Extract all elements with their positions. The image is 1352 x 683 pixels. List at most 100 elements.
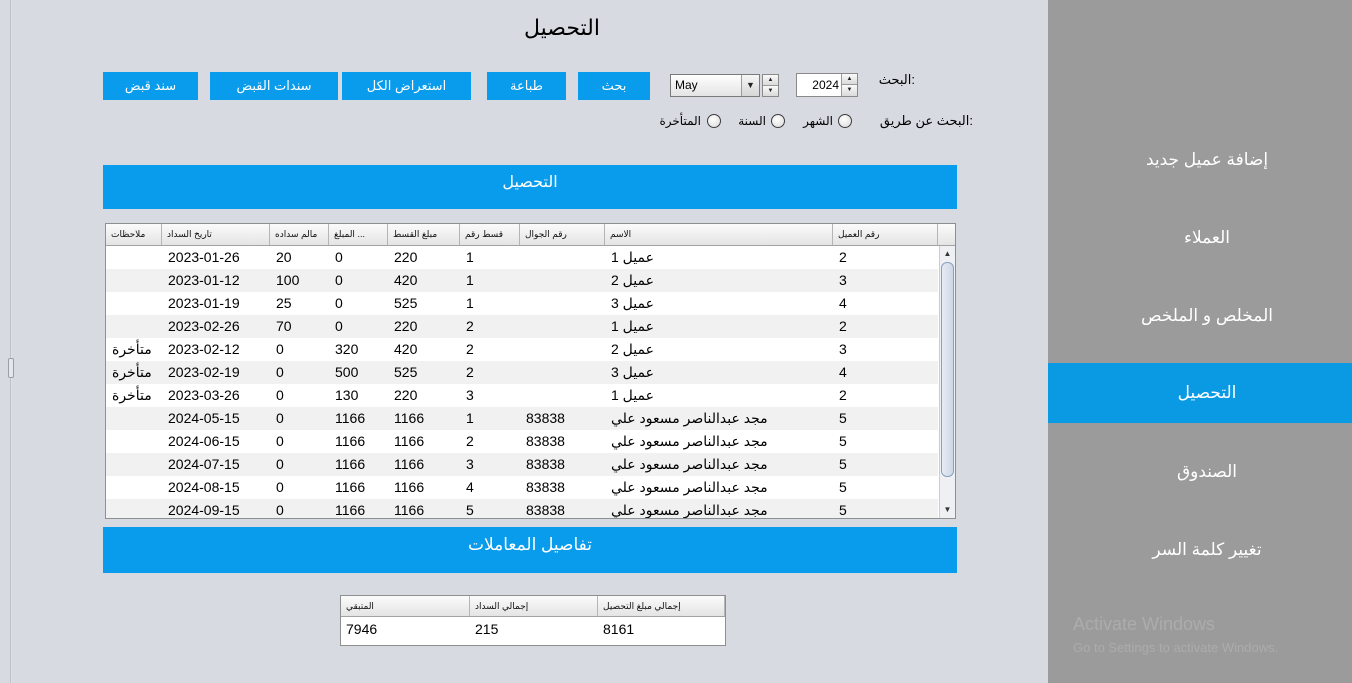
installment-number-cell[interactable]: 2 xyxy=(460,361,520,384)
scroll-up-icon[interactable]: ▲ xyxy=(940,246,955,262)
installment-number-cell[interactable]: 3 xyxy=(460,384,520,407)
table-row[interactable]: 2 عميل 1 3 220 130 0 2023-03-26 متأخرة xyxy=(106,384,938,407)
print-button[interactable]: طباعة xyxy=(487,72,566,100)
installment-number-cell[interactable]: 5 xyxy=(460,499,520,518)
customer-number-cell[interactable]: 5 xyxy=(833,499,938,518)
customer-number-cell[interactable]: 3 xyxy=(833,338,938,361)
paid-amount-cell[interactable]: 1166 xyxy=(329,453,388,476)
payment-date-cell[interactable]: 2024-09-15 xyxy=(162,499,270,518)
mobile-cell[interactable]: 83838 xyxy=(520,476,605,499)
payment-date-cell[interactable]: 2024-07-15 xyxy=(162,453,270,476)
notes-cell[interactable]: متأخرة xyxy=(106,384,162,407)
installment-amount-cell[interactable]: 220 xyxy=(388,246,460,269)
payment-date-cell[interactable]: 2024-08-15 xyxy=(162,476,270,499)
mobile-cell[interactable] xyxy=(520,269,605,292)
month-select[interactable]: May ▼ xyxy=(670,74,760,97)
installment-amount-cell[interactable]: 1166 xyxy=(388,430,460,453)
customer-number-cell[interactable]: 4 xyxy=(833,292,938,315)
table-row[interactable]: 2 عميل 1 2 220 0 70 2023-02-26 xyxy=(106,315,938,338)
installment-amount-cell[interactable]: 1166 xyxy=(388,453,460,476)
spinner-down-icon[interactable]: ▼ xyxy=(763,85,778,96)
unpaid-amount-cell[interactable]: 0 xyxy=(270,361,329,384)
payment-date-cell[interactable]: 2024-06-15 xyxy=(162,430,270,453)
customer-number-cell[interactable]: 5 xyxy=(833,430,938,453)
column-header-mobile[interactable]: رقم الجوال xyxy=(520,224,605,245)
customer-number-cell[interactable]: 3 xyxy=(833,269,938,292)
sidebar-item-summary[interactable]: المخلص و الملخص xyxy=(1048,286,1352,346)
name-cell[interactable]: عميل 1 xyxy=(605,315,833,338)
name-cell[interactable]: مجد عبدالناصر مسعود علي xyxy=(605,430,833,453)
customer-number-cell[interactable]: 2 xyxy=(833,246,938,269)
name-cell[interactable]: مجد عبدالناصر مسعود علي xyxy=(605,499,833,518)
name-cell[interactable]: عميل 3 xyxy=(605,292,833,315)
table-row[interactable]: 5 مجد عبدالناصر مسعود علي 83838 3 1166 1166 0 2… xyxy=(106,453,938,476)
notes-cell[interactable]: متأخرة xyxy=(106,361,162,384)
table-row[interactable]: 2 عميل 1 1 220 0 20 2023-01-26 xyxy=(106,246,938,269)
customer-number-cell[interactable]: 5 xyxy=(833,453,938,476)
receipt-voucher-button[interactable]: سند قبض xyxy=(103,72,198,100)
radio-search-by-month[interactable]: الشهر xyxy=(790,112,854,130)
name-cell[interactable]: عميل 2 xyxy=(605,338,833,361)
mobile-cell[interactable]: 83838 xyxy=(520,453,605,476)
column-header-unpaid-amount[interactable]: مالم سداده xyxy=(270,224,329,245)
unpaid-amount-cell[interactable]: 20 xyxy=(270,246,329,269)
receipt-vouchers-button[interactable]: سندات القبض xyxy=(210,72,338,100)
installment-number-cell[interactable]: 1 xyxy=(460,407,520,430)
sidebar-item-customers[interactable]: العملاء xyxy=(1048,208,1352,268)
unpaid-amount-cell[interactable]: 0 xyxy=(270,453,329,476)
name-cell[interactable]: عميل 3 xyxy=(605,361,833,384)
paid-amount-cell[interactable]: 500 xyxy=(329,361,388,384)
name-cell[interactable]: عميل 1 xyxy=(605,384,833,407)
installment-amount-cell[interactable]: 1166 xyxy=(388,476,460,499)
installment-number-cell[interactable]: 4 xyxy=(460,476,520,499)
column-header-name[interactable]: الاسم xyxy=(605,224,833,245)
payment-date-cell[interactable]: 2024-05-15 xyxy=(162,407,270,430)
name-cell[interactable]: مجد عبدالناصر مسعود علي xyxy=(605,407,833,430)
notes-cell[interactable] xyxy=(106,499,162,518)
installment-amount-cell[interactable]: 525 xyxy=(388,292,460,315)
notes-cell[interactable] xyxy=(106,476,162,499)
unpaid-amount-cell[interactable]: 0 xyxy=(270,338,329,361)
paid-amount-cell[interactable]: 0 xyxy=(329,315,388,338)
year-value[interactable]: 2024 xyxy=(812,74,839,96)
table-row[interactable]: 5 مجد عبدالناصر مسعود علي 83838 2 1166 1166 0 2… xyxy=(106,430,938,453)
sidebar-item-collection[interactable]: التحصيل xyxy=(1048,363,1352,423)
paid-amount-cell[interactable]: 0 xyxy=(329,269,388,292)
column-header-paid-amount[interactable]: المبلغ ... xyxy=(329,224,388,245)
installment-number-cell[interactable]: 1 xyxy=(460,246,520,269)
notes-cell[interactable] xyxy=(106,315,162,338)
paid-amount-cell[interactable]: 1166 xyxy=(329,499,388,518)
radio-button-icon[interactable] xyxy=(838,114,852,128)
payment-date-cell[interactable]: 2023-02-19 xyxy=(162,361,270,384)
name-cell[interactable]: مجد عبدالناصر مسعود علي xyxy=(605,476,833,499)
payment-date-cell[interactable]: 2023-01-26 xyxy=(162,246,270,269)
paid-amount-cell[interactable]: 0 xyxy=(329,292,388,315)
table-row[interactable]: 3 عميل 2 2 420 320 0 2023-02-12 متأخرة xyxy=(106,338,938,361)
payment-date-cell[interactable]: 2023-01-19 xyxy=(162,292,270,315)
paid-amount-cell[interactable]: 1166 xyxy=(329,476,388,499)
unpaid-amount-cell[interactable]: 0 xyxy=(270,476,329,499)
radio-search-by-year[interactable]: السنة xyxy=(725,112,787,130)
installment-number-cell[interactable]: 2 xyxy=(460,315,520,338)
column-header-payment-date[interactable]: تاريخ السداد xyxy=(162,224,270,245)
radio-button-icon[interactable] xyxy=(707,114,721,128)
notes-cell[interactable]: متأخرة xyxy=(106,338,162,361)
show-all-button[interactable]: استعراض الكل xyxy=(342,72,471,100)
unpaid-amount-cell[interactable]: 100 xyxy=(270,269,329,292)
mobile-cell[interactable]: 83838 xyxy=(520,407,605,430)
radio-search-by-overdue[interactable]: المتأخرة xyxy=(650,112,723,130)
spinner-up-icon[interactable]: ▲ xyxy=(763,75,778,86)
column-header-installment-amount[interactable]: مبلغ القسط xyxy=(388,224,460,245)
customer-number-cell[interactable]: 2 xyxy=(833,384,938,407)
paid-amount-cell[interactable]: 0 xyxy=(329,246,388,269)
column-header-installment-number[interactable]: قسط رقم xyxy=(460,224,520,245)
name-cell[interactable]: عميل 1 xyxy=(605,246,833,269)
notes-cell[interactable] xyxy=(106,246,162,269)
table-row[interactable]: 5 مجد عبدالناصر مسعود علي 83838 5 1166 1166 0 2… xyxy=(106,499,938,518)
name-cell[interactable]: عميل 2 xyxy=(605,269,833,292)
customer-number-cell[interactable]: 4 xyxy=(833,361,938,384)
radio-button-icon[interactable] xyxy=(771,114,785,128)
scrollbar-thumb[interactable] xyxy=(941,262,954,477)
search-button[interactable]: بحث xyxy=(578,72,650,100)
notes-cell[interactable] xyxy=(106,407,162,430)
